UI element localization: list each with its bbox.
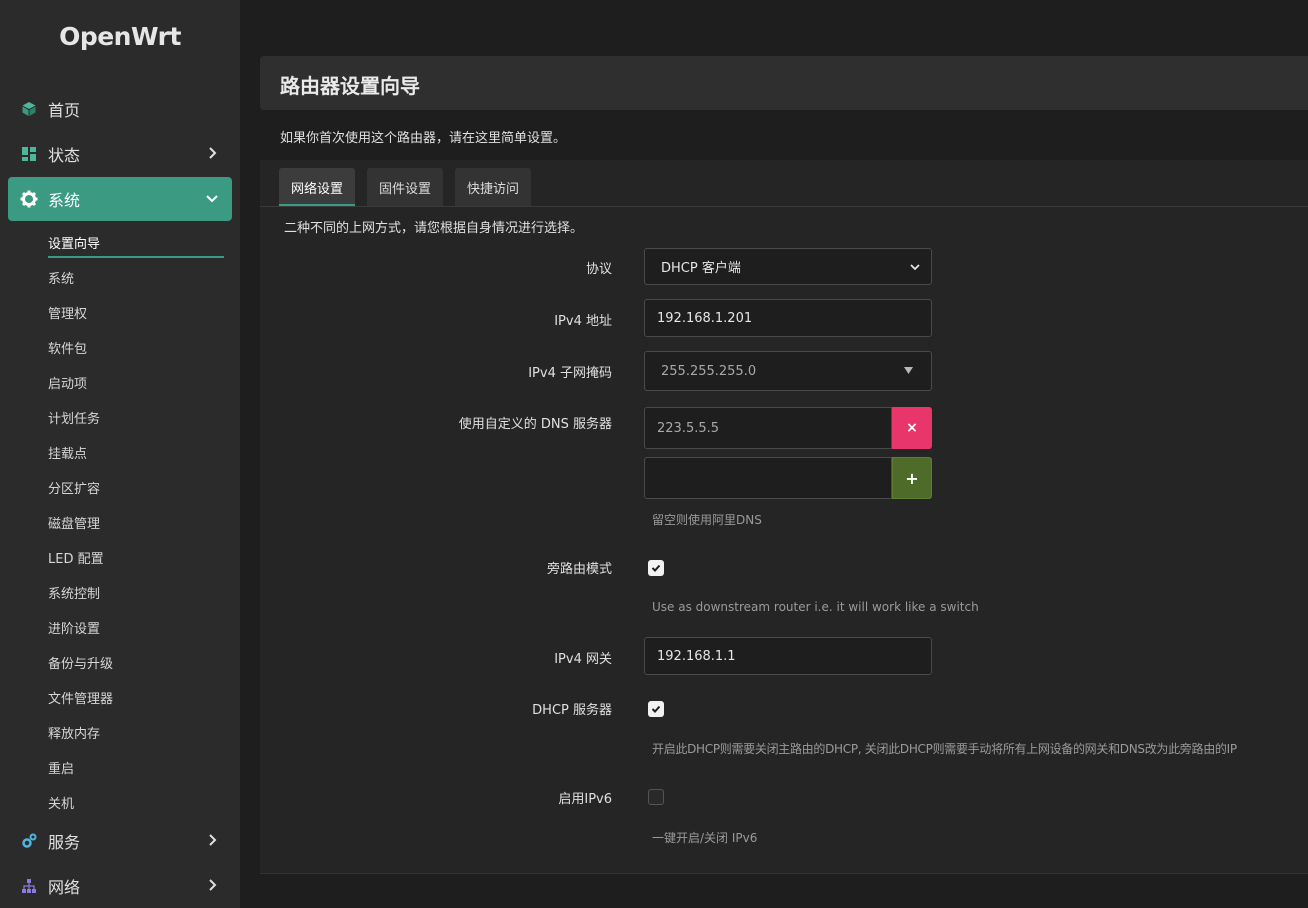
ipv6-help: 一键开启/关闭 IPv6 (652, 831, 758, 845)
nav-label: 首页 (48, 101, 81, 120)
nav-network[interactable]: 网络 (8, 864, 232, 908)
sidebar-item-reboot[interactable]: 重启 (48, 758, 74, 777)
dhcp-server-help: 开启此DHCP则需要关闭主路由的DHCP, 关闭此DHCP则需要手动将所有上网设… (652, 742, 1237, 756)
sidebar-item-backup[interactable]: 备份与升级 (48, 653, 113, 672)
gears-icon (20, 832, 38, 850)
sidebar-item-advanced[interactable]: 进阶设置 (48, 618, 100, 637)
sidebar-item-system[interactable]: 系统 (48, 268, 74, 287)
nav-label: 服务 (48, 833, 81, 852)
sidebar-item-admin[interactable]: 管理权 (48, 303, 87, 322)
sidebar-item-filemanager[interactable]: 文件管理器 (48, 688, 113, 707)
cube-icon (20, 100, 38, 118)
chevron-right-icon (209, 879, 217, 891)
sidebar-item-led[interactable]: LED 配置 (48, 548, 104, 567)
nav-status[interactable]: 状态 (8, 132, 232, 176)
network-icon (20, 877, 38, 895)
nav-services[interactable]: 服务 (8, 819, 232, 863)
dashboard-icon (20, 145, 38, 163)
dns-label: 使用自定义的 DNS 服务器 (458, 417, 612, 432)
chevron-down-icon (910, 264, 920, 271)
netmask-label: IPv4 子网掩码 (528, 366, 612, 381)
nav-label: 网络 (48, 878, 81, 897)
ipv4-address-input[interactable]: 192.168.1.201 (644, 299, 932, 337)
gateway-value: 192.168.1.1 (657, 648, 736, 664)
dhcp-server-label: DHCP 服务器 (532, 703, 612, 718)
netmask-value: 255.255.255.0 (661, 363, 757, 379)
sidebar-item-syscontrol[interactable]: 系统控制 (48, 583, 100, 602)
top-bar (240, 0, 1308, 56)
checkmark-icon (651, 705, 661, 713)
sidebar-item-partexp[interactable]: 分区扩容 (48, 478, 100, 497)
sidebar-item-setup-wizard[interactable]: 设置向导 (48, 233, 100, 252)
sidebar-item-packages[interactable]: 软件包 (48, 338, 87, 357)
sidebar-item-startup[interactable]: 启动项 (48, 373, 87, 392)
protocol-value: DHCP 客户端 (661, 261, 741, 276)
tab-network-settings[interactable]: 网络设置 (279, 168, 356, 206)
active-indicator (48, 256, 224, 258)
nav-label: 系统 (48, 191, 81, 210)
chevron-down-icon (206, 195, 218, 203)
gear-icon (20, 190, 38, 208)
dropdown-triangle-icon (904, 367, 913, 374)
nav-home[interactable]: 首页 (8, 87, 232, 131)
protocol-select[interactable]: DHCP 客户端 (644, 248, 932, 285)
page-header: 路由器设置向导 (260, 56, 1308, 110)
gateway-label: IPv4 网关 (554, 652, 612, 667)
checkmark-icon (651, 564, 661, 572)
sidebar-item-mounts[interactable]: 挂载点 (48, 443, 87, 462)
ipv6-label: 启用IPv6 (558, 792, 612, 807)
dns-input[interactable]: 223.5.5.5 (644, 407, 892, 449)
chevron-right-icon (209, 147, 217, 159)
bypass-checkbox[interactable] (648, 560, 664, 576)
sidebar-item-freemem[interactable]: 释放内存 (48, 723, 100, 742)
dns-value: 223.5.5.5 (657, 420, 720, 436)
openwrt-logo[interactable]: OpenWrt (0, 22, 240, 51)
chevron-right-icon (209, 834, 217, 846)
tab-firmware-settings[interactable]: 固件设置 (367, 168, 444, 206)
dns-remove-button[interactable]: × (892, 407, 932, 449)
page-intro: 如果你首次使用这个路由器，请在这里简单设置。 (280, 131, 567, 146)
sidebar-item-disk[interactable]: 磁盘管理 (48, 513, 100, 532)
protocol-label: 协议 (585, 262, 612, 277)
ipv4-address-value: 192.168.1.201 (657, 310, 753, 326)
nav-label: 状态 (48, 146, 81, 165)
nav-system[interactable]: 系统 (8, 177, 232, 221)
dns-add-button[interactable]: + (892, 457, 932, 499)
sidebar: OpenWrt 首页 状态 系统 设置向导 系统 管理权 软件包 启动项 计划任… (0, 0, 240, 908)
bypass-help: Use as downstream router i.e. it will wo… (652, 600, 979, 614)
sidebar-item-crontab[interactable]: 计划任务 (48, 408, 100, 427)
netmask-combobox[interactable]: 255.255.255.0 (644, 351, 932, 391)
tab-quick-access[interactable]: 快捷访问 (455, 168, 532, 206)
ipv6-checkbox[interactable] (648, 789, 664, 805)
section-description: 二种不同的上网方式，请您根据自身情况进行选择。 (284, 221, 584, 236)
bypass-label: 旁路由模式 (546, 562, 612, 577)
page-title: 路由器设置向导 (280, 74, 420, 98)
dhcp-server-checkbox[interactable] (648, 701, 664, 717)
dns-new-input[interactable] (644, 457, 892, 499)
dns-help: 留空则使用阿里DNS (652, 513, 762, 527)
sidebar-item-poweroff[interactable]: 关机 (48, 793, 74, 812)
ipv4-address-label: IPv4 地址 (554, 314, 612, 329)
tabs-divider (260, 206, 1308, 207)
gateway-input[interactable]: 192.168.1.1 (644, 637, 932, 675)
